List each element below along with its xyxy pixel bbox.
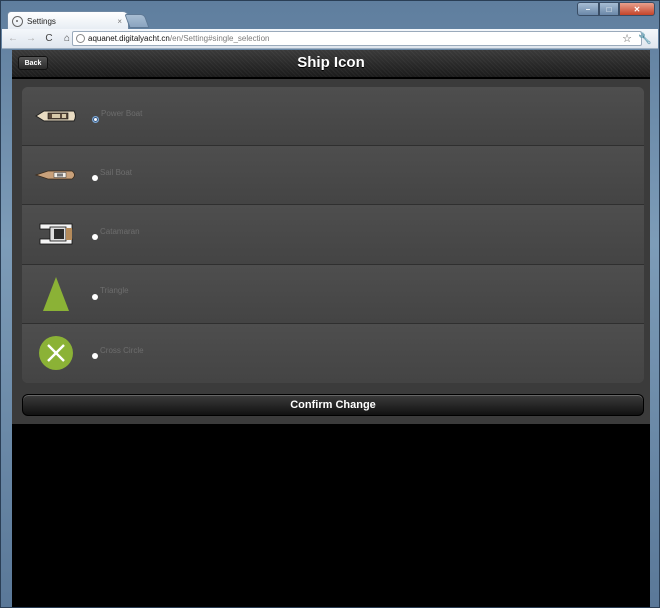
option-label: Triangle: [100, 286, 129, 296]
cross-circle-icon: [26, 333, 86, 373]
radio-cross-circle[interactable]: [92, 353, 98, 360]
back-arrow-icon[interactable]: ←: [6, 33, 20, 44]
tab-title: Settings: [27, 16, 56, 26]
window-controls: – □ ✕: [577, 2, 655, 16]
sail-boat-icon: [26, 155, 86, 195]
forward-arrow-icon[interactable]: →: [24, 33, 38, 44]
browser-window: Settings × – □ ✕ ← → C ⌂ aquanet.digital…: [0, 0, 660, 608]
confirm-change-button[interactable]: Confirm Change: [22, 394, 644, 416]
catamaran-icon: [26, 214, 86, 254]
page-header: Back Ship Icon: [12, 50, 650, 78]
radio-catamaran[interactable]: [92, 234, 98, 241]
url-path: /en/Setting#single_selection: [169, 34, 270, 43]
minimize-button[interactable]: –: [577, 2, 599, 16]
option-label: Catamaran: [100, 226, 140, 236]
new-tab-button[interactable]: [124, 14, 150, 28]
tab-strip: Settings × – □ ✕: [1, 1, 659, 30]
settings-favicon-icon: [12, 15, 23, 27]
option-sail-boat[interactable]: Sail Boat: [22, 146, 644, 206]
page-globe-icon: [76, 34, 85, 43]
option-catamaran[interactable]: Catamaran: [22, 205, 644, 265]
wrench-menu-icon[interactable]: 🔧: [638, 32, 652, 45]
radio-power-boat[interactable]: [92, 115, 99, 123]
page-title: Ship Icon: [297, 54, 365, 71]
page-viewport: Back Ship Icon Power Boat Sail Boat Cata…: [12, 50, 650, 607]
ship-icon-list: Power Boat Sail Boat Catamaran Triangle …: [22, 87, 644, 383]
radio-sail-boat[interactable]: [92, 175, 98, 182]
option-cross-circle[interactable]: Cross Circle: [22, 323, 644, 383]
option-label: Cross Circle: [100, 345, 144, 355]
option-triangle[interactable]: Triangle: [22, 264, 644, 324]
url-host: aquanet.digitalyacht.cn: [88, 34, 170, 43]
option-power-boat[interactable]: Power Boat: [22, 87, 644, 147]
power-boat-icon: [26, 96, 86, 136]
radio-triangle[interactable]: [92, 293, 98, 300]
option-label: Sail Boat: [100, 167, 133, 177]
option-label: Power Boat: [101, 108, 143, 118]
settings-content: Power Boat Sail Boat Catamaran Triangle …: [12, 79, 650, 424]
browser-toolbar: ← → C ⌂ aquanet.digitalyacht.cn /en/Sett…: [2, 29, 658, 49]
address-bar[interactable]: aquanet.digitalyacht.cn /en/Setting#sing…: [72, 31, 642, 46]
close-window-button[interactable]: ✕: [619, 2, 655, 16]
tab-close-icon[interactable]: ×: [117, 17, 122, 26]
tab-settings[interactable]: Settings ×: [7, 11, 129, 30]
triangle-icon: [26, 274, 86, 314]
maximize-button[interactable]: □: [599, 2, 619, 16]
reload-icon[interactable]: C: [42, 33, 56, 44]
bookmark-star-icon[interactable]: ☆: [622, 32, 632, 45]
